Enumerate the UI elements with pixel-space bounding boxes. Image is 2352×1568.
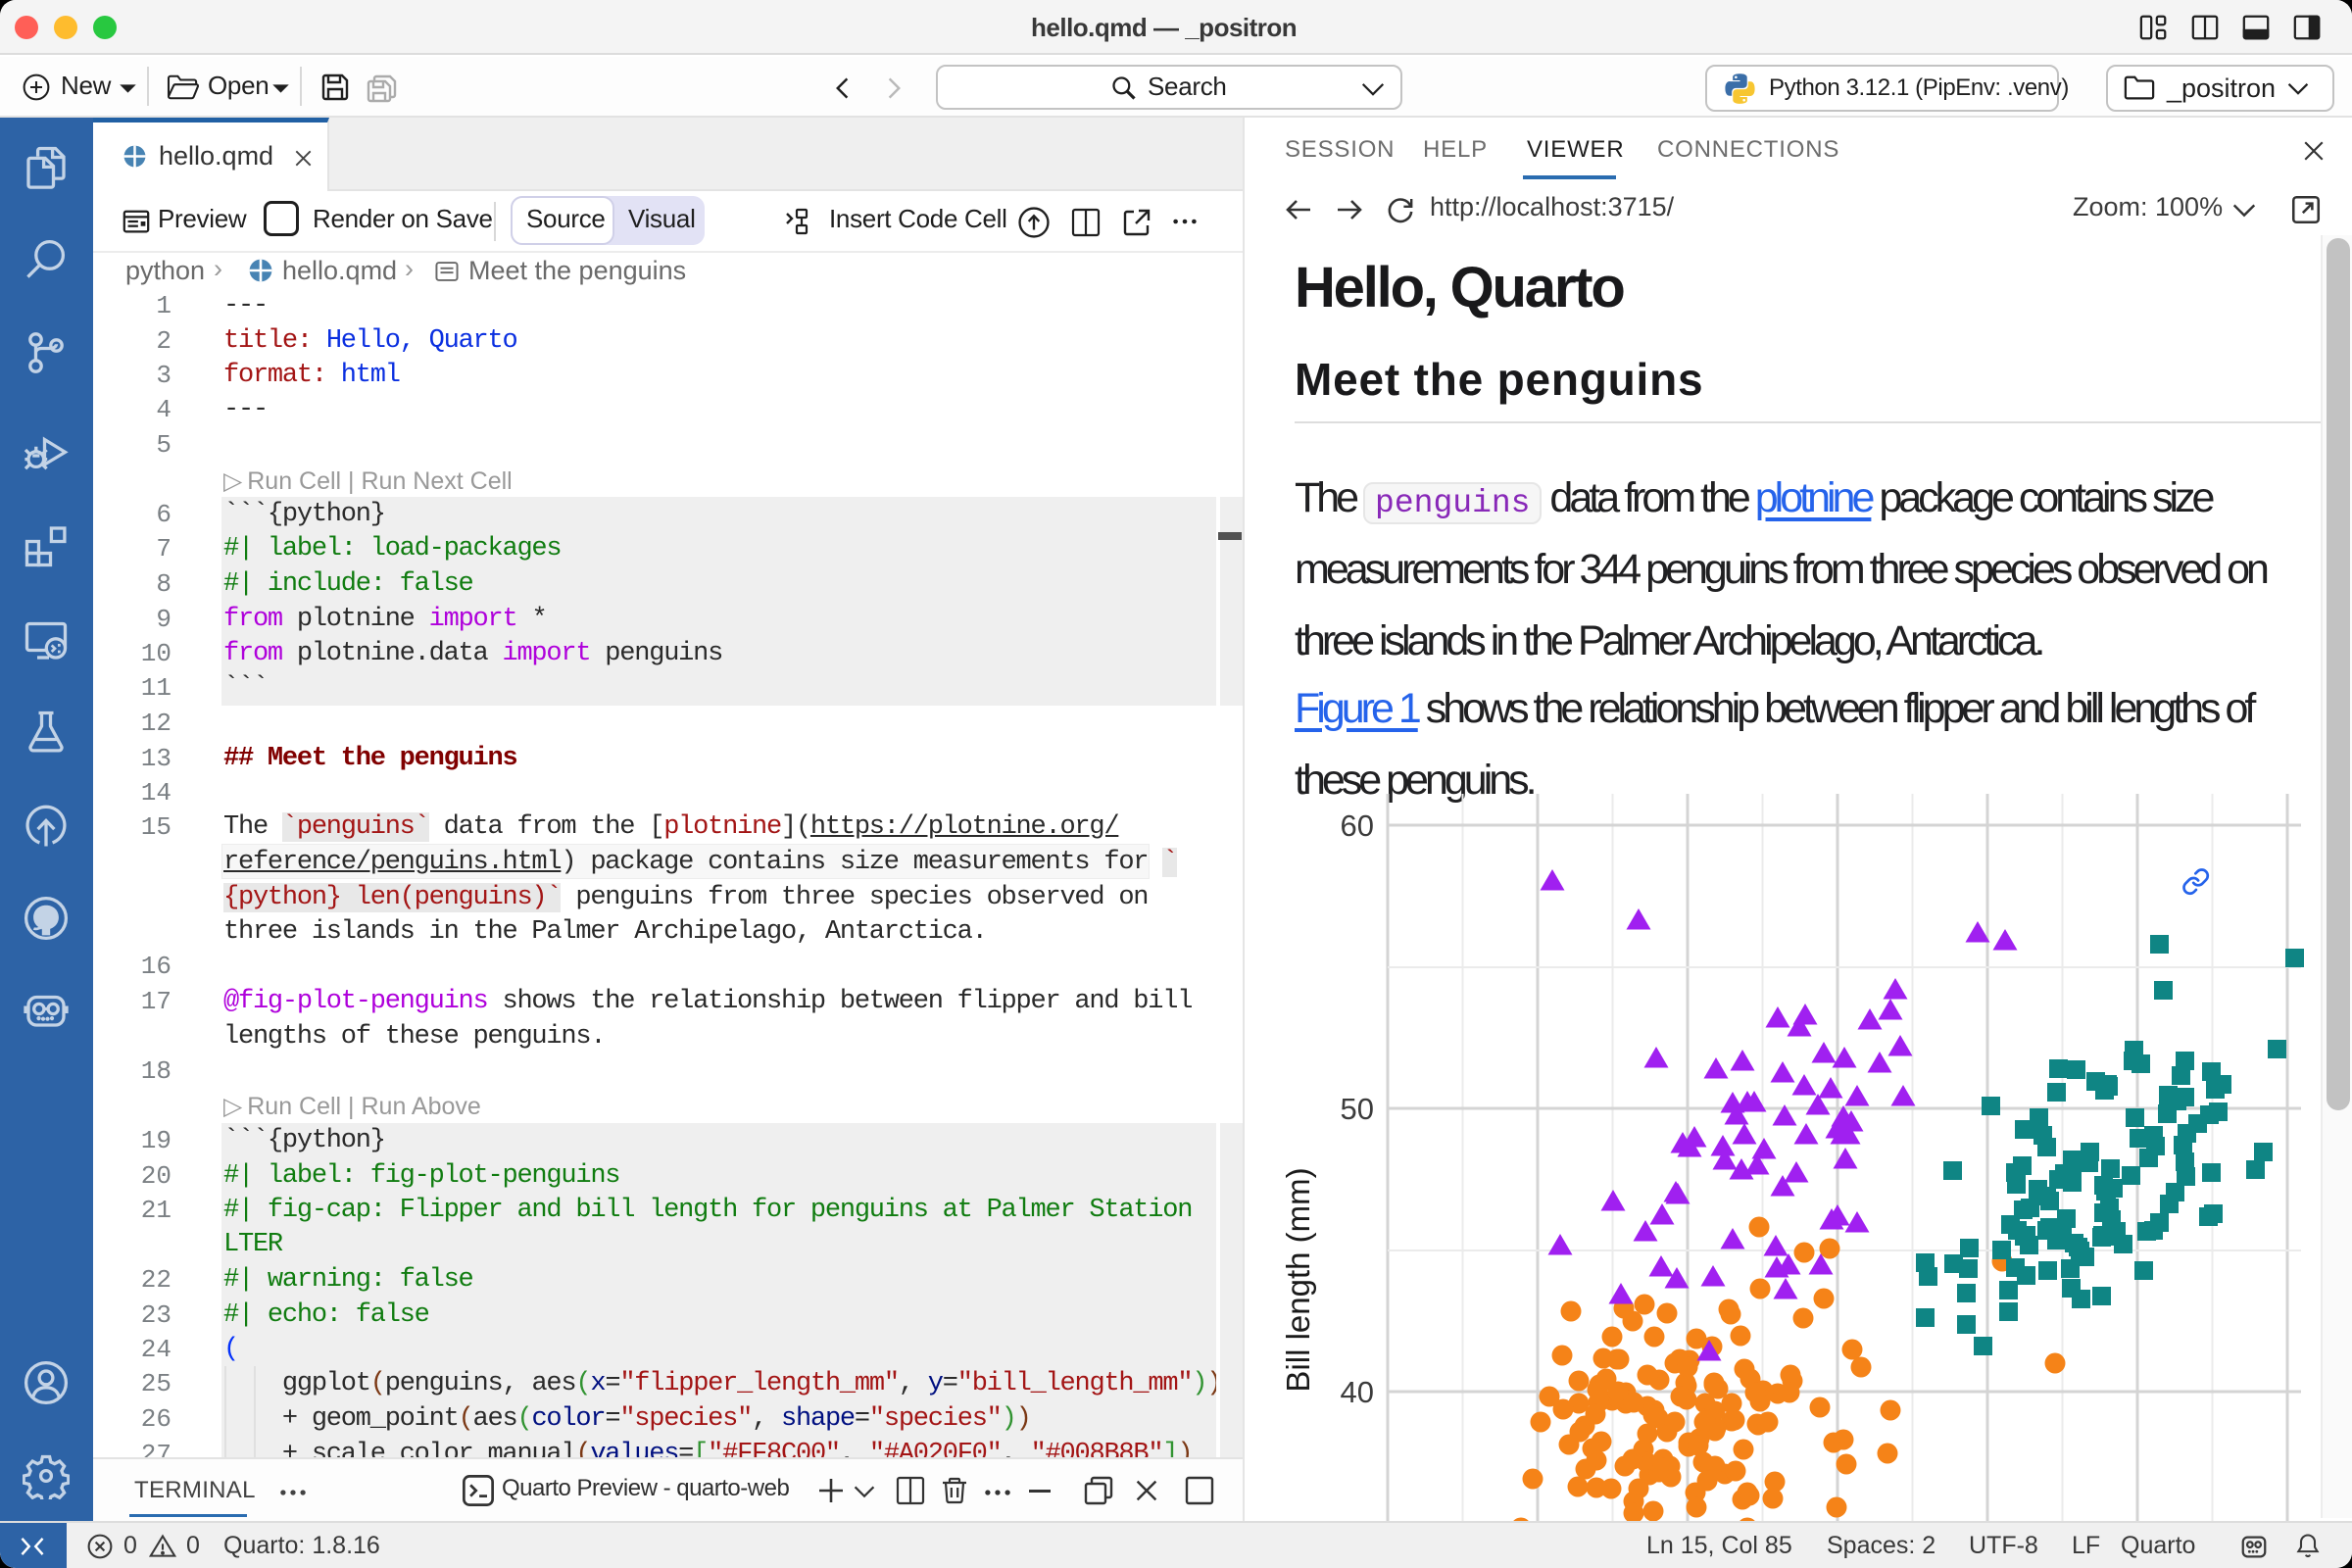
svg-text:50: 50 <box>1341 1092 1374 1126</box>
svg-text:Bill length (mm): Bill length (mm) <box>1280 1167 1316 1392</box>
svg-text:60: 60 <box>1341 808 1374 843</box>
svg-text:40: 40 <box>1341 1375 1374 1409</box>
